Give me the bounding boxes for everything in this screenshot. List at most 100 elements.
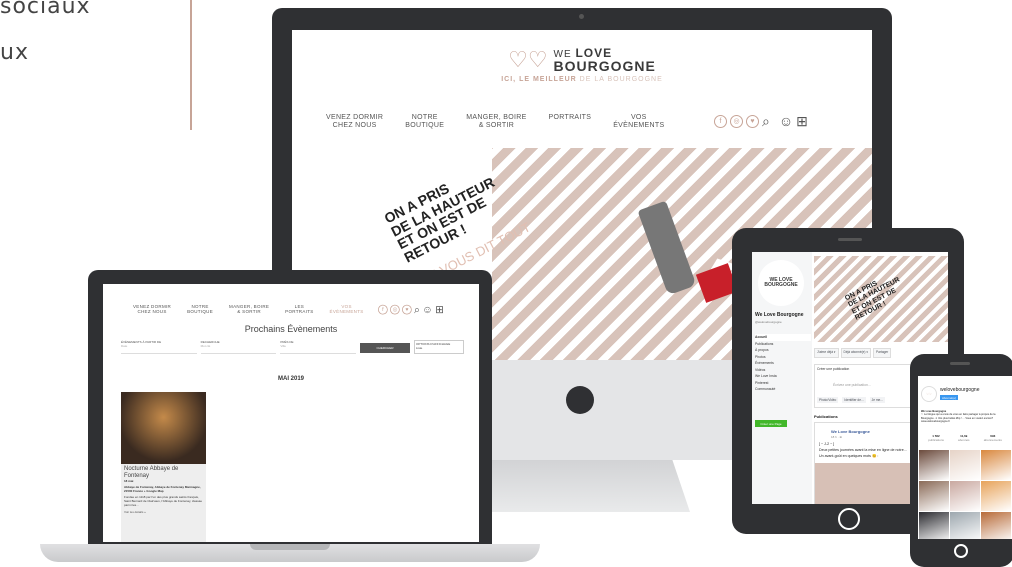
desktop-logo-icon [566,386,594,414]
nav-item-evenements[interactable]: VOS ÉVÈNEMENTS [613,114,664,130]
ig-photo-tile[interactable] [950,450,980,480]
heart-logo-icon: ♡♡ [508,47,548,73]
nav-item-dormir[interactable]: VENEZ DORMIR CHEZ NOUS [326,114,383,130]
facebook-icon[interactable]: f [714,114,727,128]
filter-keyword[interactable]: RECHERCHE Mot clé [200,340,277,354]
heading-line-1: sociaux [0,0,91,19]
month-heading: MAI 2019 [277,376,304,382]
fb-sidebar: WE LOVE BOURGOGNE We Love Bourgogne @wel… [752,252,812,504]
fb-feeling-button[interactable]: Je me... [869,397,885,403]
facebook-icon[interactable]: f [378,304,388,315]
basket-icon[interactable]: ⊞ [796,114,808,128]
instagram-icon[interactable]: ◎ [390,304,400,315]
tagline-rest: DE LA BOURGOGNE [576,75,663,83]
fb-post-line-3: Un avant-goût en quelques mots 😊 : [819,454,879,458]
ig-stat-following[interactable]: 693 abonnements [984,434,1002,442]
events-page-title: Prochains Évènements [244,324,338,334]
fb-photo-video-button[interactable]: Photo/Vidéo [817,397,839,403]
nav-item-manger[interactable]: MANGER, BOIRE & SORTIR [466,114,526,130]
fb-profile-logo[interactable]: WE LOVE BOURGOGNE [758,260,804,306]
ig-stat-followers[interactable]: 11,6k abonnés [958,434,970,442]
phone-home-button [954,544,968,558]
event-card[interactable]: Nocturne Abbaye de Fontenay 18 mai Abbay… [121,392,206,542]
pinterest-icon[interactable]: ♥ [746,114,759,128]
search-icon[interactable]: ⌕ [414,304,420,315]
nav-label: CHEZ NOUS [332,122,377,130]
wine-bottle-illustration [637,200,697,296]
ig-photo-tile[interactable] [919,481,949,511]
phone-screen: ♡♡ welovebourgogne Abonné(e) We Love Bou… [918,376,1012,539]
filter-placeholder: Ville [280,344,286,348]
nav-item-evenements-active[interactable]: VOS ÉVÈNEMENTS [330,304,364,314]
ig-photo-tile[interactable] [981,481,1011,511]
account-icon[interactable]: ☺ [422,304,433,315]
nav-label: BOUTIQUE [187,309,214,315]
section-heading: sociaux ux [0,0,190,130]
desktop-stand [470,460,690,512]
laptop-notch [250,544,330,550]
site-tagline: ICI, LE MEILLEUR DE LA BOURGOGNE [292,76,872,83]
fb-post-line-1: [ ~ J-2 ~ ] [819,442,835,446]
filter-placeholder: Date [121,344,128,348]
site-logo[interactable]: ♡♡ WE LOVE BOURGOGNE ICI, LE MEILLEUR DE… [292,47,872,83]
display-options-select[interactable]: OPTIONS D'AFFICHAGE Liste [414,340,465,354]
nav-item-portraits[interactable]: PORTRAITS [549,114,592,122]
ig-bio-text: ♡ Le blogue qui a envie de vous en faire… [921,413,996,424]
instagram-icon[interactable]: ◎ [730,114,743,128]
fb-post-date: 18 h · ⊕ [831,435,843,439]
fb-cover-headline: ON A PRIS DE LA HAUTEUR ET ON EST DE RET… [844,276,902,322]
filter-placeholder: Mot clé [200,344,211,348]
nav-label: PORTRAITS [285,309,314,315]
stat-label: abonnés [958,438,970,442]
filter-date[interactable]: ÉVÈNEMENTS À PARTIR DE Date [121,340,197,354]
nav-item-dormir[interactable]: VENEZ DORMIR CHEZ NOUS [133,304,171,314]
laptop-header-icons: f ◎ ♥ ⌕ ☺ ⊞ [378,304,444,315]
fb-publications-heading: Publications [814,414,838,419]
nav-label: BOUTIQUE [405,122,445,130]
nav-item-manger[interactable]: MANGER, BOIRE & SORTIR [229,304,269,314]
fb-follow-button[interactable]: Déjà abonné(e) ▾ [840,348,871,358]
nav-label: VOS [630,114,647,121]
heading-divider [190,0,192,130]
ig-photo-tile[interactable] [981,512,1011,539]
laptop-nav: VENEZ DORMIR CHEZ NOUS NOTRE BOUTIQUE MANG… [133,304,364,314]
search-button[interactable]: CHERCHER [360,343,411,353]
ig-photo-tile[interactable] [919,450,949,480]
event-title: Nocturne Abbaye de Fontenay [124,466,179,479]
logo-bourgogne: BOURGOGNE [553,57,656,74]
fb-page-name[interactable]: We Love Bourgogne [755,312,804,318]
nav-label: ÉVÈNEMENTS [329,309,364,315]
stat-label: publications [928,438,944,442]
fb-tag-button[interactable]: Identifier de... [842,397,866,403]
ig-follow-button[interactable]: Abonné(e) [940,395,958,400]
fb-post-author[interactable]: We Love Bourgogne [831,429,870,434]
filter-near[interactable]: PRÈS DE Ville [280,340,357,354]
fb-like-button[interactable]: J'aime déjà ▾ [814,348,839,358]
ig-photo-tile[interactable] [981,450,1011,480]
search-icon[interactable]: ⌕ [762,114,770,128]
nav-item-boutique[interactable]: NOTRE BOUTIQUE [187,304,213,314]
nav-label: PORTRAITS [548,114,592,121]
event-more-link[interactable]: Voir les détails » [121,509,206,515]
nav-item-boutique[interactable]: NOTRE BOUTIQUE [405,114,444,130]
fb-post-line-2: Deux petites journées avant la mise en l… [819,448,907,452]
ig-avatar[interactable]: ♡♡ [921,386,937,402]
nav-label: NOTRE [411,114,438,121]
account-icon[interactable]: ☺ [779,114,793,128]
ig-username: welovebourgogne [940,387,980,393]
fb-write-post-input[interactable]: Écrivez une publication... [833,383,871,387]
basket-icon[interactable]: ⊞ [435,304,444,315]
fb-nav-communaute[interactable]: Communauté [755,386,811,393]
mockup-stage: sociaux ux ♡♡ WE LOVE BOURGOGNE ICI, LE … [0,0,1012,567]
ig-photo-tile[interactable] [950,512,980,539]
options-value: Liste [416,346,423,350]
ig-stat-posts[interactable]: 1 562 publications [928,434,944,442]
pinterest-icon[interactable]: ♥ [402,304,412,315]
event-photo [121,392,206,464]
fb-create-page-button[interactable]: Créer une Page [755,420,787,427]
ig-photo-tile[interactable] [919,512,949,539]
nav-label: VENEZ DORMIR [326,114,384,121]
nav-item-portraits[interactable]: LES PORTRAITS [285,304,313,314]
ig-photo-tile[interactable] [950,481,980,511]
fb-share-button[interactable]: Partager [872,348,892,358]
